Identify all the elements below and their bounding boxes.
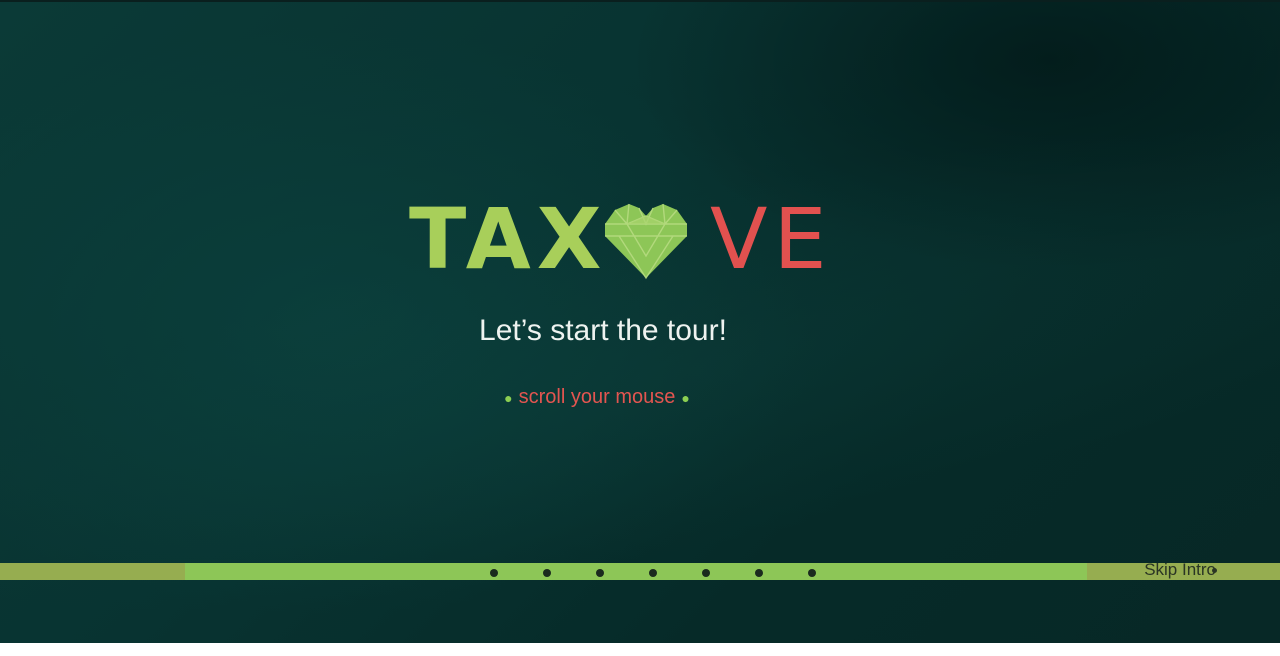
step-dot[interactable] bbox=[808, 569, 816, 577]
page-bottom-strip bbox=[0, 643, 1280, 656]
intro-stage: TAX VE Let’s start the tour! ● scroll you… bbox=[0, 0, 1280, 643]
step-dot[interactable] bbox=[702, 569, 710, 577]
skip-intro-button[interactable]: Skip Intro bbox=[1144, 560, 1216, 579]
tour-tagline: Let’s start the tour! bbox=[479, 314, 727, 347]
step-dot[interactable] bbox=[543, 569, 551, 577]
logo-text-ve: VE bbox=[710, 190, 833, 288]
logo-text-tax: TAX bbox=[409, 190, 608, 288]
intro-progress-bar: Skip Intro bbox=[0, 560, 1280, 580]
step-dot[interactable] bbox=[596, 569, 604, 577]
taxlove-logo: TAX VE bbox=[405, 194, 827, 284]
step-dot[interactable] bbox=[649, 569, 657, 577]
step-dot[interactable] bbox=[755, 569, 763, 577]
bullet-icon: ● bbox=[681, 389, 690, 406]
step-dot[interactable] bbox=[490, 569, 498, 577]
heart-icon bbox=[605, 203, 687, 280]
scroll-hint: ● scroll your mouse ● bbox=[0, 386, 1194, 409]
scroll-hint-text: scroll your mouse bbox=[518, 386, 676, 408]
bullet-icon: ● bbox=[504, 389, 513, 406]
progress-fill bbox=[185, 563, 1087, 580]
bullet-icon bbox=[1212, 568, 1217, 573]
